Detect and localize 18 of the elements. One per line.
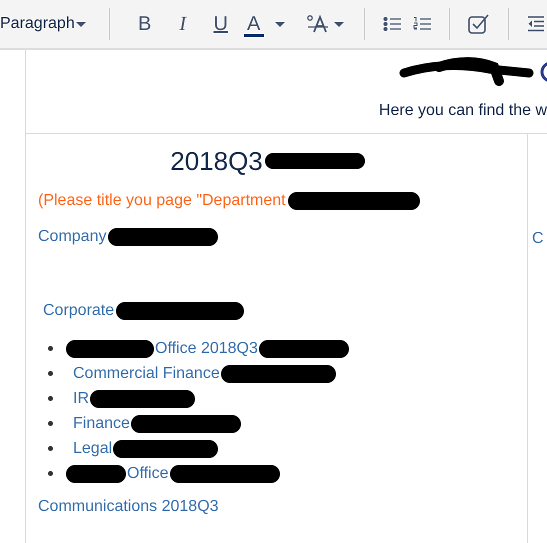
bold-button[interactable]: B	[126, 9, 164, 39]
department-link[interactable]: Office 2018Q3	[155, 340, 258, 358]
corporate-link[interactable]: Corporate	[43, 302, 114, 320]
department-link[interactable]: Finance	[73, 414, 130, 432]
italic-button[interactable]: I	[164, 9, 202, 39]
instruction-text: (Please title you page "Department	[38, 192, 286, 210]
text-color-button[interactable]: A	[244, 11, 264, 37]
communications-link[interactable]: Communications 2018Q3	[38, 498, 527, 516]
column-link[interactable]: C	[532, 230, 544, 247]
company-link[interactable]: Company	[38, 228, 106, 246]
page-title: 2018Q3	[170, 146, 263, 176]
department-link[interactable]: IR	[73, 390, 89, 408]
department-link[interactable]: Legal	[73, 440, 112, 458]
intro-text: Here you can find the w	[378, 102, 547, 120]
department-link[interactable]: Office	[127, 464, 168, 482]
underline-button[interactable]: U	[202, 9, 240, 39]
paragraph-dropdown[interactable]: Paragraph	[0, 15, 91, 33]
department-link[interactable]: Commercial Finance	[73, 364, 220, 382]
